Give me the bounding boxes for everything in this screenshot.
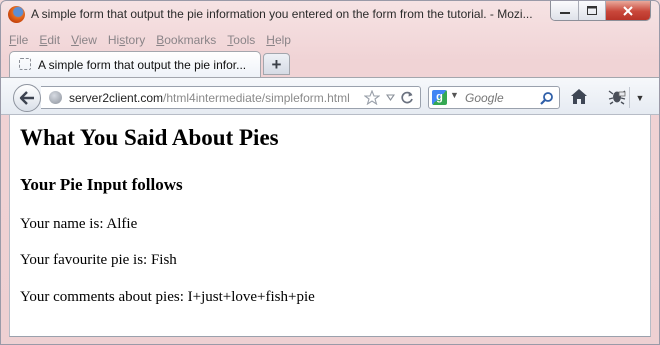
url-bar[interactable]: server2client.com/html4intermediate/simp…	[41, 86, 421, 109]
back-arrow-icon	[19, 91, 34, 105]
tab-title: A simple form that output the pie infor.…	[38, 58, 247, 72]
firefox-logo-icon[interactable]	[8, 6, 25, 23]
name-output-line: Your name is: Alfie	[20, 216, 138, 232]
window-title: A simple form that output the pie inform…	[31, 7, 533, 21]
url-bar-icons	[364, 90, 414, 105]
globe-icon[interactable]	[49, 91, 62, 104]
tab-strip: A simple form that output the pie infor.…	[1, 51, 659, 77]
toolbar-menu-dropdown[interactable]: ▼	[629, 87, 650, 108]
url-text[interactable]: server2client.com/html4intermediate/simp…	[69, 91, 350, 105]
addon-bug-icon[interactable]	[608, 88, 626, 105]
tab-active[interactable]: A simple form that output the pie infor.…	[9, 51, 261, 77]
comments-output-line: Your comments about pies: I+just+love+fi…	[20, 289, 315, 305]
url-host: server2client.com	[69, 91, 164, 105]
home-icon[interactable]	[570, 88, 588, 105]
plus-icon: +	[271, 54, 282, 74]
menu-file[interactable]: File	[9, 33, 28, 49]
reload-icon[interactable]	[401, 91, 414, 104]
window-controls	[550, 1, 651, 21]
favourite-pie-output-line: Your favourite pie is: Fish	[20, 252, 177, 268]
bookmark-star-icon[interactable]	[364, 90, 380, 105]
menu-history[interactable]: History	[108, 33, 145, 49]
menu-help[interactable]: Help	[266, 33, 291, 49]
page-subheading: Your Pie Input follows	[20, 175, 183, 194]
history-dropdown-icon[interactable]	[386, 93, 395, 102]
menu-bookmarks[interactable]: Bookmarks	[156, 33, 216, 49]
google-icon[interactable]: g	[432, 90, 447, 105]
navigation-toolbar: server2client.com/html4intermediate/simp…	[1, 77, 659, 115]
menu-edit[interactable]: Edit	[39, 33, 60, 49]
search-input[interactable]: Google	[465, 91, 504, 105]
minimize-button[interactable]	[551, 1, 578, 20]
page-favicon-icon	[19, 58, 31, 70]
search-engine-dropdown-icon[interactable]: ▼	[450, 90, 459, 100]
maximize-icon	[587, 6, 597, 15]
menu-bar: File Edit View History Bookmarks Tools H…	[9, 33, 302, 49]
browser-window: A simple form that output the pie inform…	[0, 0, 660, 345]
close-icon	[623, 5, 633, 16]
new-tab-button[interactable]: +	[263, 53, 290, 75]
search-bar[interactable]: g ▼ Google	[428, 86, 560, 109]
maximize-button[interactable]	[578, 1, 605, 20]
back-button[interactable]	[13, 84, 41, 112]
minimize-icon	[559, 11, 570, 14]
menu-view[interactable]: View	[71, 33, 97, 49]
url-path: /html4intermediate/simpleform.html	[163, 91, 350, 105]
close-button[interactable]	[605, 1, 650, 20]
search-icon[interactable]	[540, 91, 554, 105]
chevron-down-icon: ▼	[635, 92, 645, 103]
page-title: What You Said About Pies	[20, 125, 279, 150]
title-bar[interactable]: A simple form that output the pie inform…	[1, 1, 659, 29]
page-content: What You Said About Pies Your Pie Input …	[9, 115, 651, 337]
menu-tools[interactable]: Tools	[227, 33, 255, 49]
